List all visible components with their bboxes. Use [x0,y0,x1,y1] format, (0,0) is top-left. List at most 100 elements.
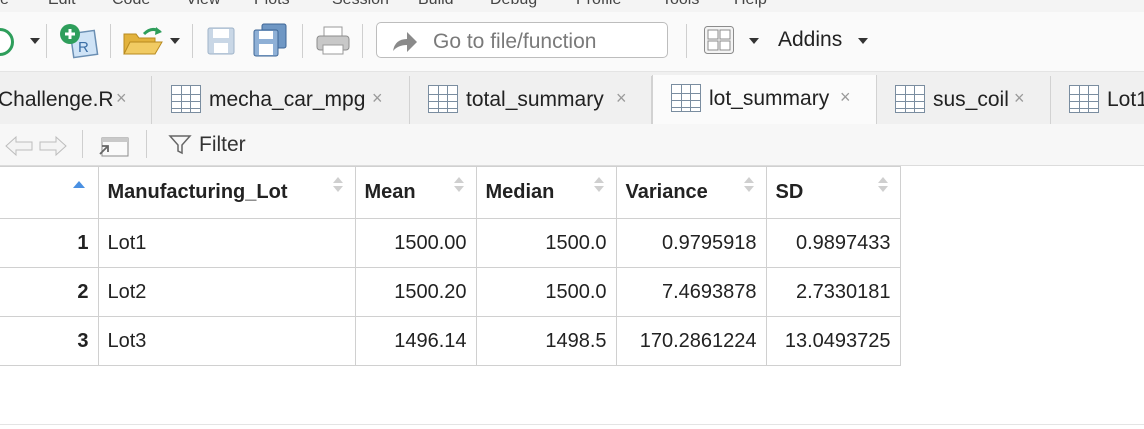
cell-mean: 1500.00 [354,218,477,268]
cell-median: 1498.5 [475,316,617,366]
cell-variance: 7.4693878 [615,267,767,317]
cell-manufacturing-lot: Lot2 [97,267,356,317]
close-icon[interactable]: × [616,88,627,109]
menu-session[interactable]: Session [332,0,389,9]
arrow-right-icon [393,32,417,52]
addins-menu[interactable]: Addins [778,28,842,52]
menu-debug[interactable]: Debug [490,0,537,9]
cell-sd: 2.7330181 [765,267,901,317]
toolbar-separator [686,24,687,58]
cell-mean: 1496.14 [354,316,477,366]
editor-tab-strip: Challenge.R × mecha_car_mpg × total_summ… [0,72,1144,125]
tab-lot1[interactable]: Lot1 [1051,76,1144,124]
row-number-header[interactable] [0,166,99,219]
data-table-icon [1069,85,1099,113]
table-row: 3 Lot3 1496.14 1498.5 170.2861224 13.049… [0,316,901,366]
toolbar-separator [146,130,147,158]
column-header-variance[interactable]: Variance [615,166,767,219]
menu-bar: e Edit Code View Plots Session Build Deb… [0,0,1144,12]
workspace-panes-icon[interactable] [703,25,735,55]
toolbar-separator [302,24,303,58]
sort-icon[interactable] [453,177,464,195]
data-table: Manufacturing_Lot Mean Median Variance S… [0,166,901,366]
tab-label: Challenge.R [0,88,114,111]
sort-icon[interactable] [332,177,343,195]
cell-manufacturing-lot: Lot1 [97,218,356,268]
table-header-row: Manufacturing_Lot Mean Median Variance S… [0,166,901,219]
cell-variance: 170.2861224 [615,316,767,366]
column-header-label: Mean [364,181,416,203]
tab-mecha-car-mpg[interactable]: mecha_car_mpg × [152,76,410,124]
back-forward-icon[interactable] [4,134,68,158]
open-recent-dropdown-icon[interactable] [170,38,180,44]
menu-code[interactable]: Code [112,0,150,9]
filter-button[interactable]: Filter [199,133,246,157]
data-table-icon [671,84,701,112]
tab-label: mecha_car_mpg [209,88,366,111]
data-table-icon [428,85,458,113]
cell-manufacturing-lot: Lot3 [97,316,356,366]
column-header-label: Median [485,181,555,203]
cell-median: 1500.0 [475,267,617,317]
table-row: 2 Lot2 1500.20 1500.0 7.4693878 2.733018… [0,267,901,317]
rstudio-window: e Edit Code View Plots Session Build Deb… [0,0,1144,429]
column-header-median[interactable]: Median [475,166,617,219]
close-icon[interactable]: × [1014,88,1025,109]
menu-file[interactable]: e [0,0,9,9]
workspace-panes-dropdown-icon[interactable] [749,38,759,44]
column-header-label: SD [775,181,804,203]
menu-tools[interactable]: Tools [662,0,699,9]
column-header-label: Manufacturing_Lot [107,181,288,203]
menu-plots[interactable]: Plots [254,0,290,9]
new-file-dropdown-icon[interactable] [30,38,40,44]
pane-bottom-border [0,424,1144,425]
tab-challenge-r[interactable]: Challenge.R × [0,76,152,124]
cell-mean: 1500.20 [354,267,477,317]
sort-ascending-icon [73,181,85,188]
cell-sd: 0.9897433 [765,218,901,268]
row-number: 2 [0,267,99,317]
tab-label: Lot1 [1107,88,1144,111]
toolbar-separator [362,24,363,58]
sort-icon[interactable] [593,177,604,195]
go-to-file-placeholder: Go to file/function [433,30,597,53]
data-grid: Manufacturing_Lot Mean Median Variance S… [0,166,901,366]
toolbar-separator [46,24,47,58]
column-header-label: Variance [625,181,708,203]
close-icon[interactable]: × [116,88,127,109]
tab-sus-coil[interactable]: sus_coil × [877,76,1051,124]
save-all-icon[interactable] [252,22,288,58]
main-toolbar: R Go to file/function Addins [0,12,1144,72]
sort-icon[interactable] [743,177,754,195]
print-icon[interactable] [316,26,350,56]
column-header-manufacturing-lot[interactable]: Manufacturing_Lot [97,166,356,219]
sort-icon[interactable] [877,177,888,195]
menu-view[interactable]: View [186,0,220,9]
menu-build[interactable]: Build [418,0,454,9]
pop-out-window-icon[interactable] [98,132,132,158]
open-folder-icon[interactable] [122,24,164,58]
tab-total-summary[interactable]: total_summary × [410,76,652,124]
tab-label: total_summary [466,88,604,111]
data-table-icon [895,85,925,113]
menu-edit[interactable]: Edit [48,0,76,9]
column-header-mean[interactable]: Mean [354,166,477,219]
toolbar-separator [82,130,83,158]
tab-lot-summary[interactable]: lot_summary × [652,75,877,125]
go-to-file-input[interactable]: Go to file/function [376,22,668,58]
column-header-sd[interactable]: SD [765,166,901,219]
menu-help[interactable]: Help [734,0,767,9]
cell-variance: 0.9795918 [615,218,767,268]
row-number: 1 [0,218,99,268]
data-viewer-toolbar: Filter [0,124,1144,166]
new-project-icon[interactable]: R [58,22,100,60]
cell-median: 1500.0 [475,218,617,268]
close-icon[interactable]: × [372,88,383,109]
cell-sd: 13.0493725 [765,316,901,366]
new-file-icon[interactable] [0,28,14,56]
menu-profile[interactable]: Profile [576,0,621,9]
filter-icon[interactable] [168,133,192,157]
save-icon[interactable] [206,26,236,56]
close-icon[interactable]: × [840,87,851,108]
addins-dropdown-icon[interactable] [858,38,868,44]
